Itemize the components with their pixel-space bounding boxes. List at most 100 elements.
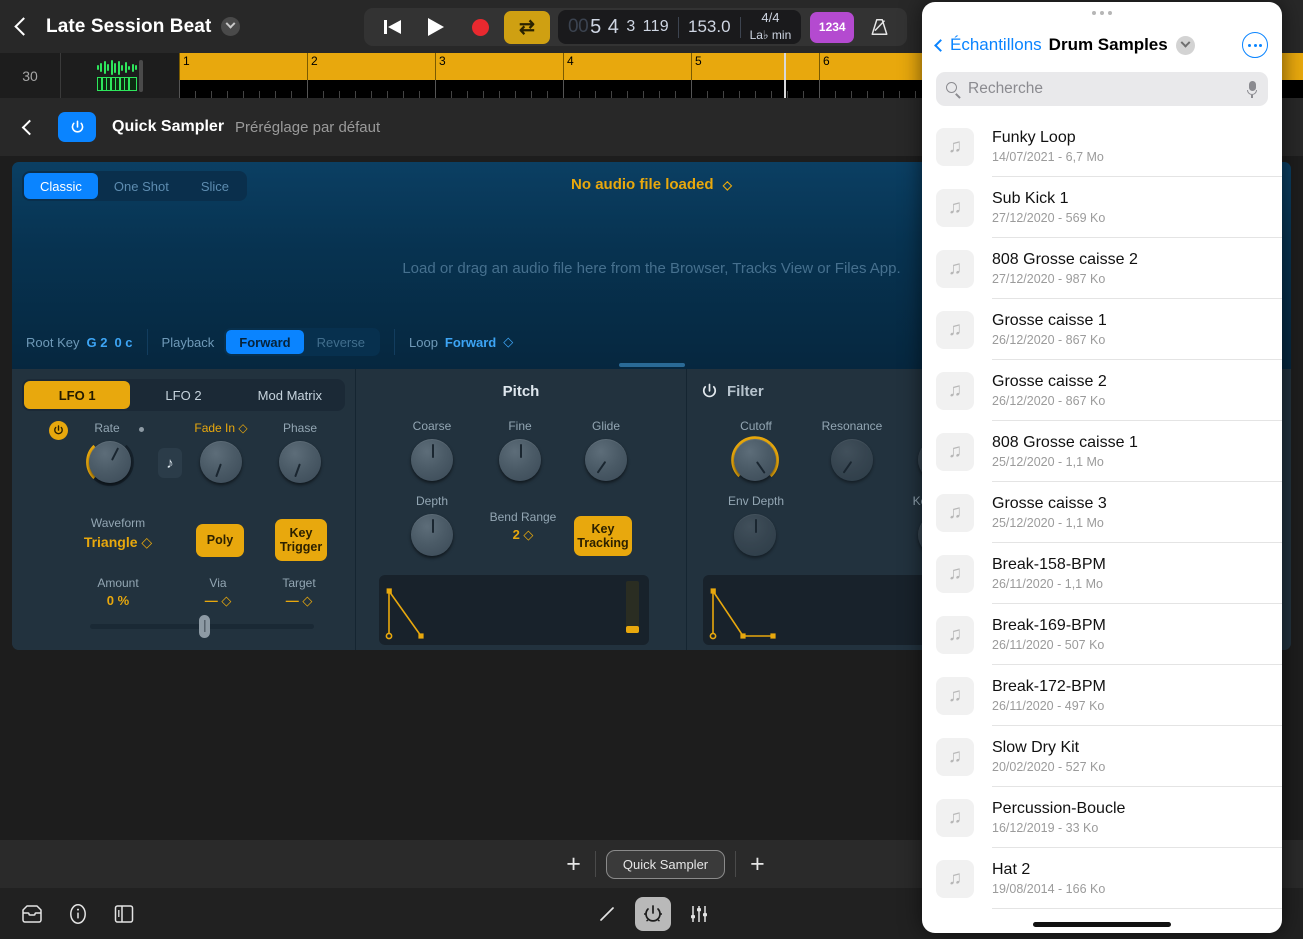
list-item[interactable]: ♫ Hat 2 19/08/2014 - 166 Ko — [922, 848, 1282, 909]
tab-mod-matrix[interactable]: Mod Matrix — [237, 381, 343, 409]
pitch-key-tracking-button[interactable]: Key Tracking — [574, 516, 632, 556]
lfo-waveform-value[interactable]: Triangle ◇ — [67, 534, 169, 551]
lfo-phase-knob[interactable] — [279, 441, 321, 483]
loop-group[interactable]: Loop Forward ◇ — [395, 320, 527, 364]
microphone-icon[interactable] — [1246, 80, 1258, 98]
bottom-left-icons — [0, 902, 136, 926]
project-back-button[interactable] — [0, 0, 46, 53]
lfo-rate-sync-button[interactable]: ♪ — [158, 448, 182, 478]
list-item[interactable]: ♫ Slow Dry Kit 20/02/2020 - 527 Ko — [922, 726, 1282, 787]
list-item[interactable]: ♫ 808 Grosse caisse 2 27/12/2020 - 987 Ko — [922, 238, 1282, 299]
count-in-button[interactable]: 1234 — [810, 11, 855, 43]
lcd-display[interactable]: 00 5 4 3 119 153.0 4/4 La♭ min — [558, 10, 802, 44]
lfo-power-button[interactable] — [49, 421, 68, 440]
sample-file-list[interactable]: ♫ Funky Loop 14/07/2021 - 6,7 Mo ♫ Sub Kick … — [922, 116, 1282, 933]
pitch-bend-range-value[interactable]: 2 ◇ — [468, 527, 578, 543]
lfo-panel: LFO 1 LFO 2 Mod Matrix Rate ♪ Fade In ◇ … — [12, 369, 355, 650]
music-note-icon: ♫ — [936, 615, 974, 654]
bottom-right-icons — [595, 896, 711, 931]
drag-handle-dots-icon[interactable] — [922, 2, 1282, 24]
ruler-tick — [531, 91, 532, 98]
file-name: Percussion-Boucle — [992, 799, 1126, 817]
file-name: 808 Grosse caisse 2 — [992, 250, 1138, 268]
playback-forward[interactable]: Forward — [226, 330, 304, 354]
metronome-button[interactable] — [857, 10, 901, 44]
root-key-group[interactable]: Root Key G 2 0 c — [12, 320, 147, 364]
lfo-poly-button[interactable]: Poly — [196, 524, 244, 557]
list-item[interactable]: ♫ Break-172-BPM 26/11/2020 - 497 Ko — [922, 665, 1282, 726]
pitch-bend-range-label: Bend Range — [489, 510, 557, 524]
lfo-amount-value[interactable]: 0 % — [72, 593, 164, 608]
lfo-fade-in-label[interactable]: Fade In ◇ — [179, 421, 263, 435]
cycle-button[interactable]: ⇄ — [504, 10, 550, 44]
library-tray-icon[interactable] — [20, 902, 44, 926]
filter-env-depth-knob[interactable] — [734, 514, 776, 556]
track-instrument-icon-wrap[interactable] — [61, 53, 179, 98]
pitch-depth-knob[interactable] — [411, 514, 453, 556]
plugin-power-button[interactable] — [58, 112, 96, 142]
pitch-envelope-display[interactable] — [379, 575, 649, 645]
root-key-note: G 2 — [86, 334, 108, 350]
plugin-preset-name[interactable]: Préréglage par défaut — [235, 119, 380, 136]
list-item[interactable]: ♫ Break-169-BPM 26/11/2020 - 507 Ko — [922, 604, 1282, 665]
tab-lfo-1[interactable]: LFO 1 — [24, 381, 131, 409]
list-item[interactable]: ♫ Break-158-BPM 26/11/2020 - 1,1 Mo — [922, 543, 1282, 604]
plus-icon[interactable]: + — [736, 850, 779, 879]
lfo-amount-slider[interactable] — [90, 615, 314, 638]
filter-cutoff-knob[interactable] — [731, 436, 779, 481]
sidebar-panel-icon[interactable] — [112, 902, 136, 926]
playback-reverse[interactable]: Reverse — [304, 330, 378, 354]
mixer-sliders-icon[interactable] — [687, 902, 711, 926]
ruler-tick — [291, 91, 292, 98]
ruler-tick — [563, 80, 564, 98]
play-icon — [428, 18, 444, 36]
play-button[interactable] — [414, 8, 458, 46]
project-menu-button[interactable] — [221, 17, 241, 36]
rewind-button[interactable] — [370, 8, 414, 46]
music-note-icon: ♫ — [936, 432, 974, 471]
chevron-left-icon — [934, 38, 947, 52]
ruler-tick — [707, 91, 708, 98]
plugin-controls-icon[interactable] — [635, 896, 671, 931]
lfo-fade-in-knob[interactable] — [200, 441, 242, 483]
list-item[interactable]: ♫ Funky Loop 14/07/2021 - 6,7 Mo — [922, 116, 1282, 177]
plugin-slot-chip[interactable]: Quick Sampler — [605, 849, 726, 879]
filter-resonance-knob[interactable] — [831, 439, 873, 481]
ruler-tick — [451, 91, 452, 98]
lfo-rate-label: Rate — [94, 421, 120, 435]
list-item[interactable]: ♫ Percussion-Boucle 16/12/2019 - 33 Ko — [922, 787, 1282, 848]
search-input[interactable]: Recherche — [936, 72, 1268, 106]
ruler-tick — [755, 91, 756, 98]
lfo-key-trigger-button[interactable]: Key Trigger — [275, 519, 327, 561]
list-item[interactable]: ♫ 808 Grosse caisse 1 25/12/2020 - 1,1 Mo — [922, 421, 1282, 482]
home-indicator — [1033, 922, 1171, 927]
pitch-bend-range-text: 2 — [512, 527, 520, 542]
pitch-glide-knob[interactable] — [585, 439, 627, 481]
list-item[interactable]: ♫ Grosse caisse 1 26/12/2020 - 867 Ko — [922, 299, 1282, 360]
browser-parent-folder: Échantillons — [950, 35, 1042, 54]
browser-back-button[interactable]: Échantillons — [934, 35, 1042, 55]
list-item[interactable]: ♫ Sub Kick 1 27/12/2020 - 569 Ko — [922, 177, 1282, 238]
lfo-phase-label: Phase — [282, 421, 318, 435]
more-ellipsis-icon[interactable] — [1242, 32, 1268, 58]
record-button[interactable] — [458, 8, 502, 46]
resize-handle[interactable] — [618, 363, 685, 367]
pitch-coarse-knob[interactable] — [411, 439, 453, 481]
tab-lfo-2[interactable]: LFO 2 — [130, 381, 236, 409]
filter-power-button[interactable] — [701, 383, 718, 400]
lfo-via-value[interactable]: — ◇ — [182, 593, 254, 609]
list-item[interactable]: ♫ Grosse caisse 3 25/12/2020 - 1,1 Mo — [922, 482, 1282, 543]
browser-folder-menu-button[interactable] — [1175, 35, 1195, 55]
playhead-marker[interactable] — [778, 53, 791, 87]
pitch-envelope-release-marker[interactable] — [626, 581, 639, 633]
info-icon[interactable] — [66, 902, 90, 926]
pitch-fine-knob[interactable] — [499, 439, 541, 481]
lfo-target-value[interactable]: — ◇ — [263, 593, 335, 609]
list-item[interactable]: ♫ Grosse caisse 2 26/12/2020 - 867 Ko — [922, 360, 1282, 421]
lfo-rate-knob[interactable] — [86, 441, 134, 486]
plus-icon[interactable]: + — [552, 850, 595, 879]
plugin-back-button[interactable] — [0, 119, 58, 135]
pencil-icon[interactable] — [595, 902, 619, 926]
project-title: Late Session Beat — [46, 15, 212, 37]
lfo-target-label: Target — [282, 576, 316, 590]
